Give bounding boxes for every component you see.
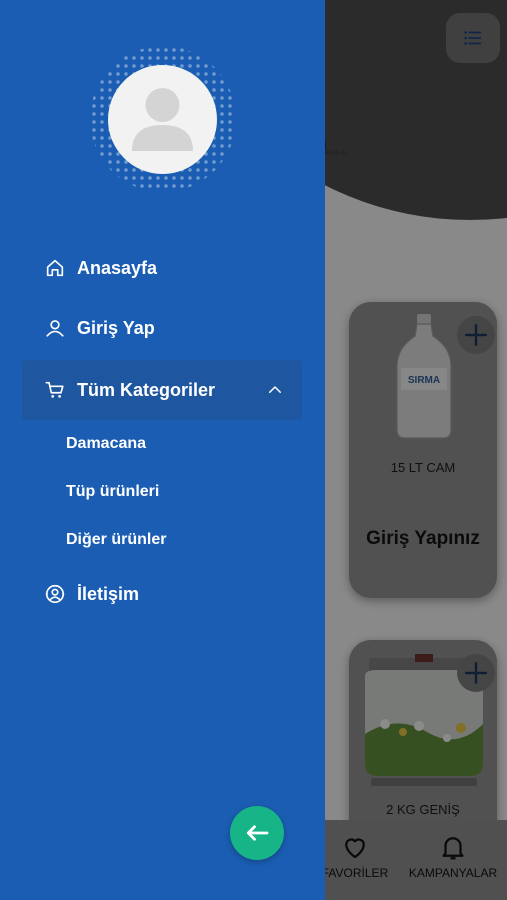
cart-icon — [45, 381, 64, 398]
submenu-item-diger-urunler[interactable]: Diğer ürünler — [66, 531, 166, 549]
menu-item-login[interactable]: Giriş Yap — [22, 298, 302, 358]
menu-item-label: Tüm Kategoriler — [77, 379, 216, 400]
arrow-left-icon — [246, 825, 269, 841]
menu-item-label: İletişim — [77, 583, 140, 604]
close-drawer-button[interactable] — [230, 806, 284, 860]
submenu-item-tup-urunleri[interactable]: Tüp ürünleri — [66, 483, 159, 501]
avatar[interactable] — [108, 65, 217, 174]
user-placeholder-icon — [132, 88, 193, 151]
user-icon — [46, 320, 64, 337]
submenu-item-damacana[interactable]: Damacana — [66, 435, 146, 453]
menu-item-all-categories[interactable]: Tüm Kategoriler — [22, 360, 302, 420]
contact-icon — [45, 584, 65, 604]
chevron-up-icon[interactable] — [266, 381, 284, 399]
menu-item-label: Anasayfa — [77, 257, 158, 278]
menu-item-contact[interactable]: İletişim — [22, 564, 302, 624]
navigation-drawer: Anasayfa Giriş Yap Tüm Kategoriler Damac… — [0, 0, 325, 900]
menu-item-label: Giriş Yap — [77, 317, 155, 338]
menu-item-home[interactable]: Anasayfa — [22, 238, 302, 298]
home-icon — [46, 259, 64, 277]
